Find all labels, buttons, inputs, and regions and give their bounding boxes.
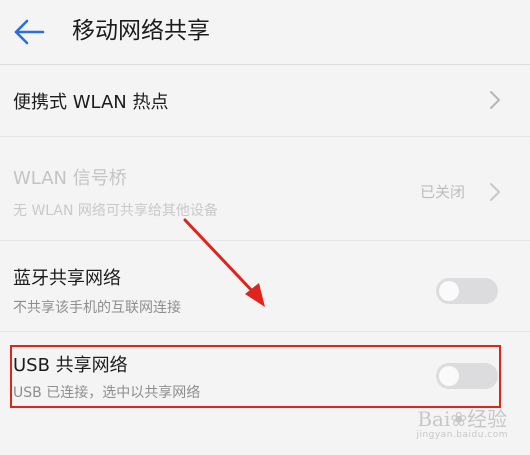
baidu-watermark: Bai❀经验 jingyan.baidu.com	[416, 408, 508, 441]
toggle-knob	[439, 281, 459, 301]
row-wlan-hotspot[interactable]: 便携式 WLAN 热点	[0, 66, 530, 134]
row-title: WLAN 信号桥	[13, 168, 127, 189]
row-wlan-bridge[interactable]: WLAN 信号桥 无 WLAN 网络可共享给其他设备 已关闭	[0, 150, 530, 232]
status-text: 已关闭	[420, 183, 466, 201]
row-title: 便携式 WLAN 热点	[13, 92, 169, 113]
watermark-logo: Bai❀经验	[417, 407, 508, 431]
back-button[interactable]	[12, 16, 46, 48]
row-divider	[0, 331, 530, 332]
section-divider	[0, 136, 530, 137]
section-divider	[0, 240, 530, 241]
screen: 移动网络共享 便携式 WLAN 热点 WLAN 信号桥 无 WLAN 网络可共享…	[0, 0, 530, 455]
chevron-right-icon	[490, 91, 500, 109]
row-bluetooth-tethering[interactable]: 蓝牙共享网络 不共享该手机的互联网连接	[0, 252, 530, 330]
bluetooth-tethering-toggle[interactable]	[436, 278, 498, 304]
app-bar: 移动网络共享	[0, 0, 530, 64]
watermark-url: jingyan.baidu.com	[416, 430, 508, 440]
highlight-box	[10, 345, 501, 408]
row-subtitle: 不共享该手机的互联网连接	[13, 300, 181, 316]
row-subtitle: 无 WLAN 网络可共享给其他设备	[13, 203, 218, 219]
chevron-right-icon	[490, 183, 500, 201]
page-title: 移动网络共享	[72, 18, 210, 44]
arrow-left-icon	[14, 19, 45, 45]
row-title: 蓝牙共享网络	[13, 268, 121, 289]
header-divider	[0, 64, 530, 65]
